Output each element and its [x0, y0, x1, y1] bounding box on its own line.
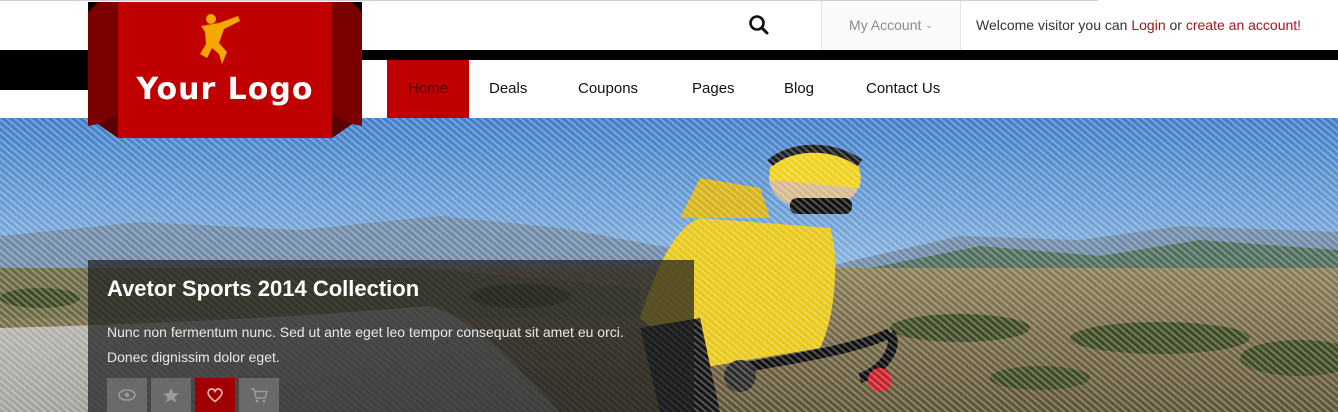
- create-account-link[interactable]: create an account!: [1186, 17, 1301, 33]
- cart-icon: [251, 388, 268, 403]
- my-account-label: My Account: [849, 17, 922, 33]
- login-link[interactable]: Login: [1131, 17, 1165, 33]
- nav-item-home[interactable]: Home: [387, 60, 469, 118]
- hero-title: Avetor Sports 2014 Collection: [107, 276, 420, 301]
- eye-icon: [118, 389, 136, 401]
- rate-button[interactable]: [151, 378, 191, 412]
- logo-badge: [88, 2, 362, 138]
- add-to-cart-button[interactable]: [239, 378, 279, 412]
- header-band-top: [686, 50, 1338, 60]
- nav-item-coupons[interactable]: Coupons: [578, 60, 638, 118]
- heart-icon: [207, 388, 223, 403]
- search-button[interactable]: [746, 12, 772, 38]
- my-account-dropdown[interactable]: My Account ⌄: [821, 1, 961, 50]
- logo-text: Your Logo: [136, 72, 314, 107]
- or-text: or: [1169, 17, 1182, 33]
- wishlist-button[interactable]: [195, 378, 235, 412]
- site-logo[interactable]: Your Logo: [88, 2, 362, 138]
- welcome-message: Welcome visitor you can Login or create …: [976, 1, 1301, 50]
- nav-item-blog[interactable]: Blog: [784, 60, 814, 118]
- nav-item-deals[interactable]: Deals: [489, 60, 527, 118]
- search-icon: [749, 15, 769, 35]
- nav-item-pages[interactable]: Pages: [692, 60, 735, 118]
- nav-item-contact-us[interactable]: Contact Us: [866, 60, 940, 118]
- welcome-text: Welcome visitor you can: [976, 17, 1128, 33]
- hero-description: Nunc non fermentum nunc. Sed ut ante ege…: [107, 324, 624, 365]
- quick-view-button[interactable]: [107, 378, 147, 412]
- star-icon: [163, 388, 179, 403]
- chevron-down-icon: ⌄: [925, 20, 933, 30]
